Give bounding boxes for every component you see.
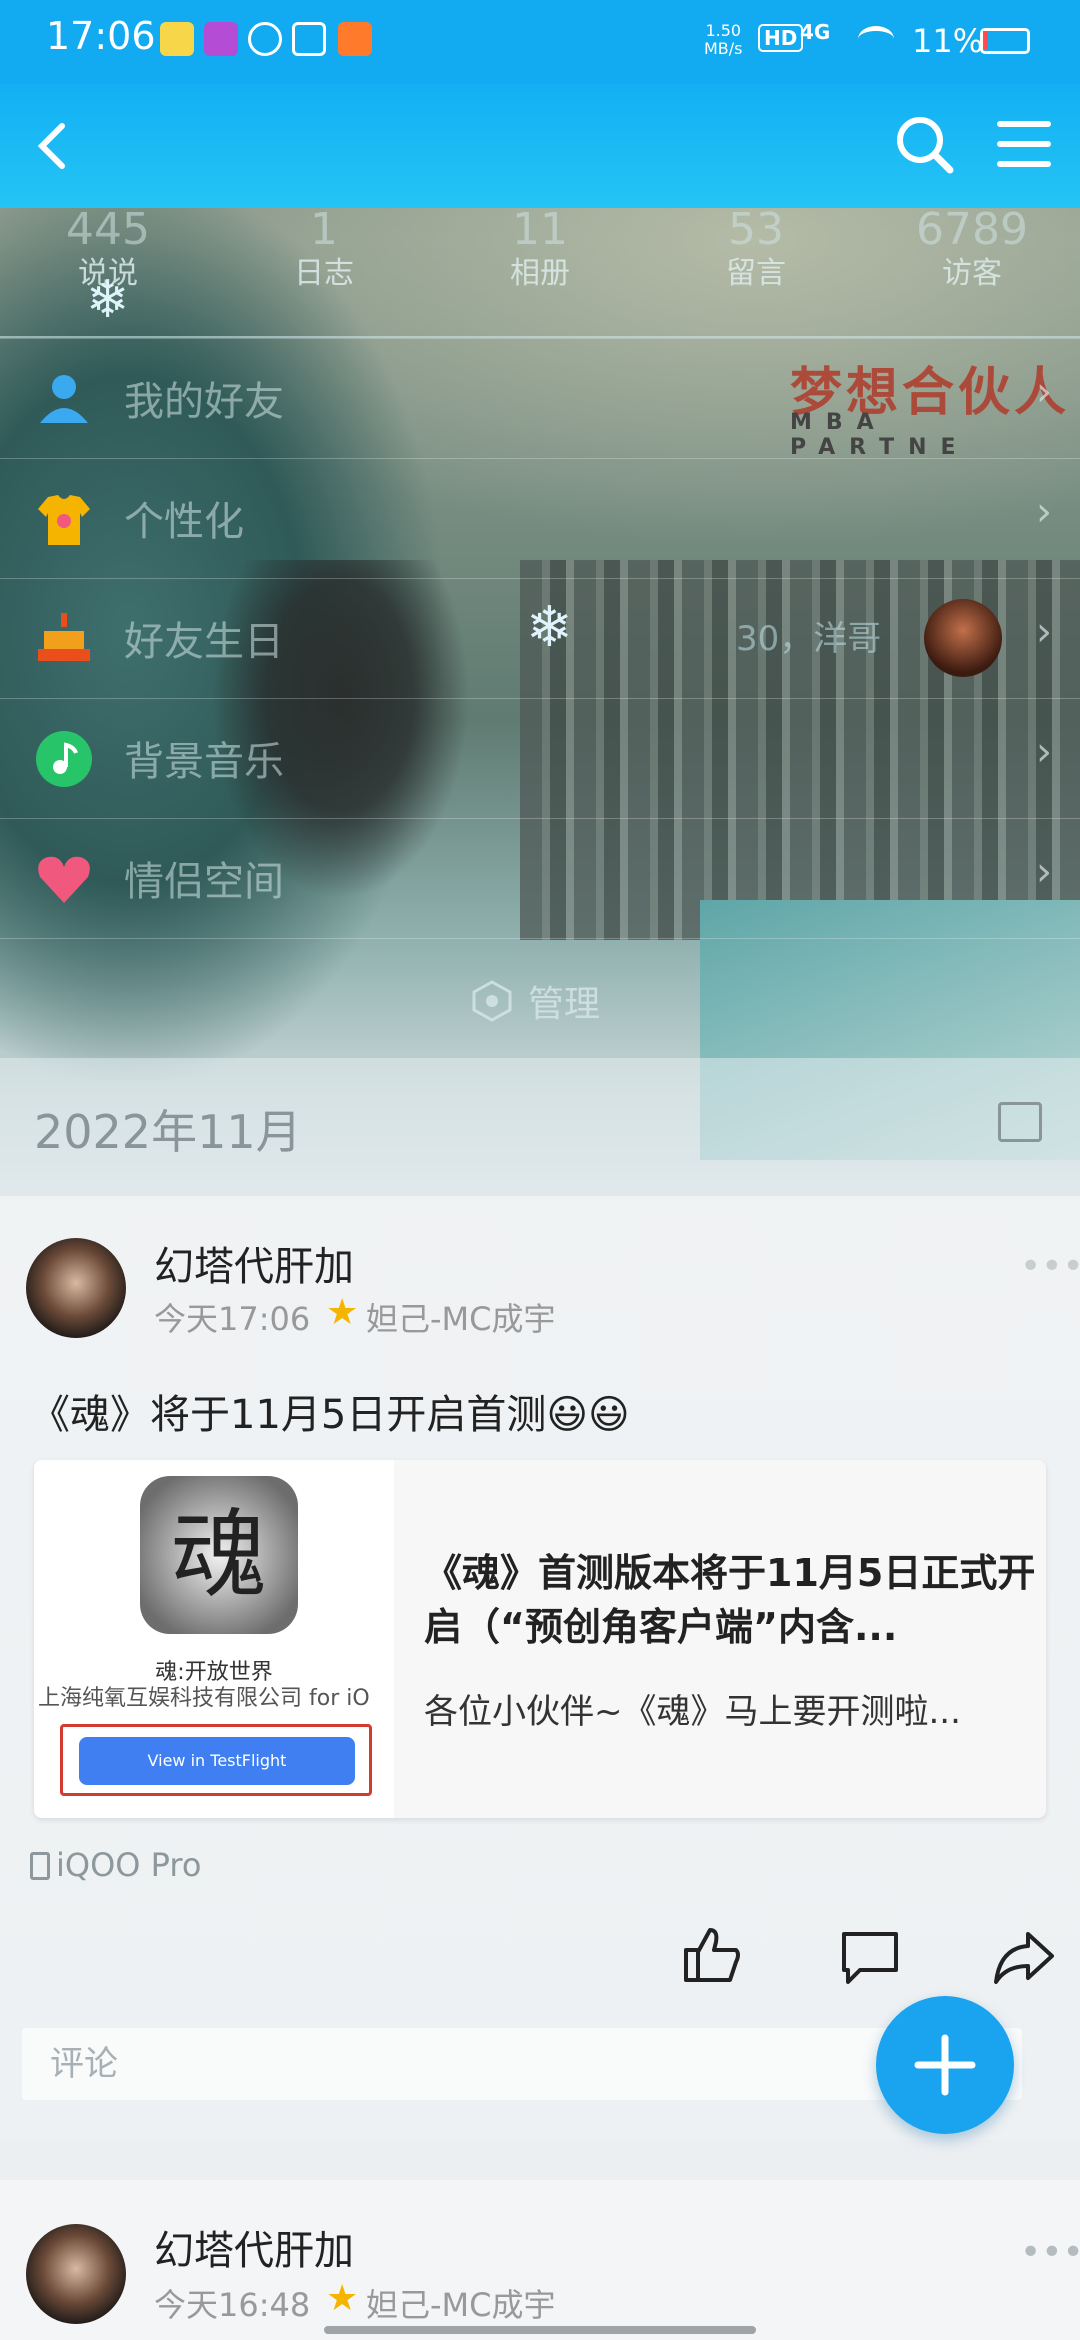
phone-icon: [30, 1852, 50, 1880]
like-icon[interactable]: [680, 1922, 744, 1986]
battery-icon: [980, 28, 1030, 54]
link-card[interactable]: 魂 魂:开放世界 上海纯氧互娱科技有限公司 for iO View in Tes…: [34, 1460, 1046, 1818]
music-icon: [34, 729, 94, 789]
comment-icon[interactable]: [838, 1926, 902, 1990]
profile-stats: 445 说说 1 日志 11 相册 53 留言 6789 访客: [0, 200, 1080, 340]
share-icon[interactable]: [992, 1926, 1056, 1990]
stat-album[interactable]: 11 相册: [432, 200, 648, 340]
settings-hex-icon: [470, 979, 514, 1023]
month-label: 2022年11月: [34, 1105, 302, 1159]
post-author[interactable]: 幻塔代肝加: [154, 1234, 354, 1292]
fan-icon: [248, 22, 282, 56]
divider: [0, 938, 1080, 939]
link-thumbnail: 魂 魂:开放世界 上海纯氧互娱科技有限公司 for iO View in Tes…: [34, 1460, 394, 1818]
avatar[interactable]: [26, 1238, 126, 1338]
wifi-icon: [858, 26, 894, 52]
search-icon[interactable]: [890, 110, 960, 180]
battery-level: 11%: [912, 22, 984, 60]
birthday-friend: 30，洋哥: [736, 619, 882, 659]
back-icon[interactable]: [24, 116, 84, 176]
tshirt-icon: [34, 489, 94, 549]
more-icon[interactable]: •••: [1020, 1246, 1080, 1287]
calendar-icon[interactable]: [998, 1102, 1042, 1142]
post-time: 今天16:48: [154, 2286, 311, 2324]
taobao-icon: [338, 22, 372, 56]
menu-icon[interactable]: [994, 114, 1054, 174]
post-text: 《魂》将于11月5日开启首测😃😃: [30, 1392, 630, 1438]
device-label: iQOO Pro: [30, 1846, 201, 1884]
menu-item-couple[interactable]: 情侣空间 ›: [0, 818, 1080, 938]
stat-blog[interactable]: 1 日志: [216, 200, 432, 340]
feed-post: 幻塔代肝加 今天16:48 ★ 妲己-MC成宇 •••: [0, 2180, 1080, 2340]
menu-item-music[interactable]: 背景音乐 ›: [0, 698, 1080, 818]
more-icon[interactable]: •••: [1020, 2232, 1080, 2273]
network-speed: 1.50 MB/s: [704, 21, 743, 58]
app-notification-icon: [160, 22, 194, 56]
alipay-icon: [292, 22, 326, 56]
star-icon: ★: [326, 2278, 359, 2319]
month-header: 2022年11月: [0, 1058, 1080, 1196]
post-author[interactable]: 幻塔代肝加: [154, 2218, 354, 2276]
compose-fab[interactable]: [876, 1996, 1014, 2134]
post-tag: 妲己-MC成宇: [366, 2286, 556, 2324]
avatar: [924, 599, 1002, 677]
chevron-right-icon: ›: [1036, 729, 1052, 775]
status-time: 17:06: [46, 14, 156, 58]
menu-item-birthday[interactable]: 好友生日 ❄ 30，洋哥 ›: [0, 578, 1080, 698]
menu-item-friends[interactable]: 我的好友 ›: [0, 338, 1080, 458]
home-indicator[interactable]: [324, 2326, 756, 2334]
avatar[interactable]: [26, 2224, 126, 2324]
post-tag: 妲己-MC成宇: [366, 1300, 556, 1338]
signal-icon: 4G: [800, 20, 831, 44]
post-time: 今天17:06: [154, 1300, 311, 1338]
status-bar: 17:06 1.50 MB/s HD 4G 11%: [0, 0, 1080, 84]
top-app-bar: [0, 84, 1080, 208]
chevron-right-icon: ›: [1036, 849, 1052, 895]
stat-messages[interactable]: 53 留言: [648, 200, 864, 340]
chevron-right-icon: ›: [1036, 369, 1052, 415]
comment-input[interactable]: 评论: [22, 2028, 1022, 2100]
hd-icon: HD: [758, 24, 804, 52]
heart-icon: [34, 849, 94, 909]
plus-icon: [914, 2034, 976, 2096]
cake-icon: [34, 609, 94, 669]
link-description: 各位小伙伴~《魂》马上要开测啦...: [424, 1692, 961, 1732]
app-company: 上海纯氧互娱科技有限公司 for iO: [38, 1686, 370, 1711]
app-notification-icon: [204, 22, 238, 56]
star-icon: ★: [326, 1292, 359, 1333]
snowflake-icon: ❄: [526, 595, 573, 660]
snowflake-icon: ❄: [86, 270, 130, 330]
friends-icon: [34, 369, 94, 429]
menu-item-personalize[interactable]: 个性化 ›: [0, 458, 1080, 578]
link-title: 《魂》首测版本将于11月5日正式开启（“预创角客户端”内含...: [424, 1551, 1036, 1649]
app-logo: 魂: [140, 1476, 298, 1634]
chevron-right-icon: ›: [1036, 609, 1052, 655]
chevron-right-icon: ›: [1036, 489, 1052, 535]
testflight-button[interactable]: View in TestFlight: [79, 1737, 355, 1785]
manage-button[interactable]: 管理: [470, 974, 600, 1028]
highlight-box: View in TestFlight: [60, 1724, 372, 1796]
stat-visitors[interactable]: 6789 访客: [864, 200, 1080, 340]
